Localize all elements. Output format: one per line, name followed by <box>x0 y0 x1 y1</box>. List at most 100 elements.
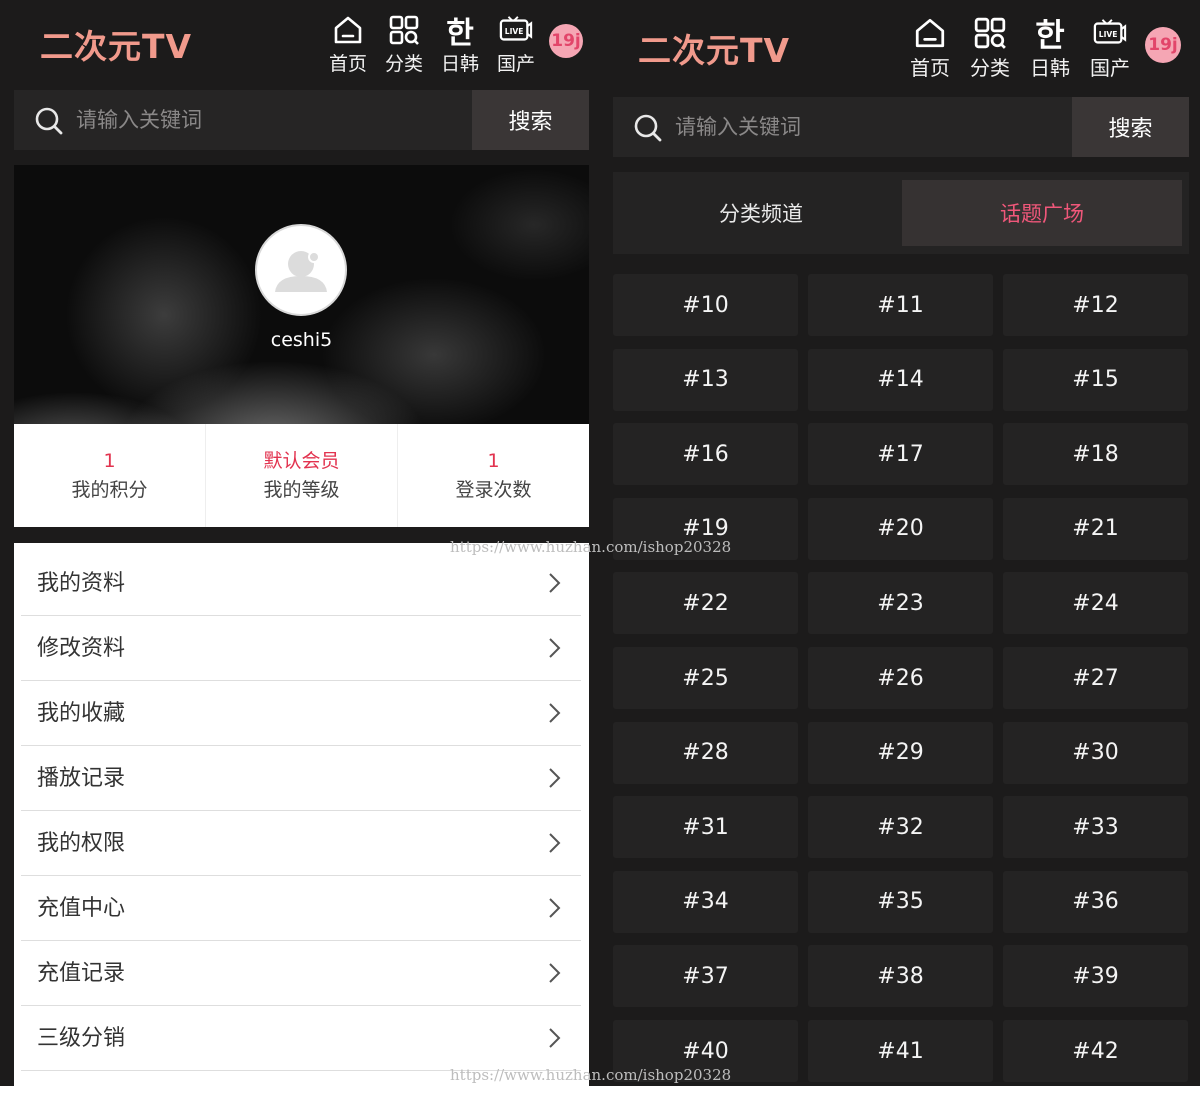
topic-tag[interactable]: #35 <box>808 870 993 933</box>
category-grid-icon <box>973 16 1007 50</box>
topic-tag[interactable]: #17 <box>808 423 993 486</box>
topic-tag[interactable]: #21 <box>1003 497 1188 560</box>
nav-jpkr[interactable]: 한 日韩 <box>432 13 488 76</box>
nav-home[interactable]: 首页 <box>320 13 376 76</box>
chevron-right-icon <box>543 1027 565 1049</box>
watermark-text: https://www.huzhan.com/ishop20328 <box>450 538 732 556</box>
nav-jpkr-label: 日韩 <box>1030 56 1070 80</box>
menu-item-edit-profile[interactable]: 修改资料 <box>21 616 581 681</box>
stat-value: 1 <box>487 449 500 472</box>
nav-jpkr[interactable]: 한 日韩 <box>1020 16 1080 81</box>
menu-item-distribution[interactable]: 三级分销 <box>21 1006 581 1071</box>
nav-category-label: 分类 <box>384 53 423 75</box>
menu-item-label: 我的收藏 <box>37 701 126 726</box>
topic-tag[interactable]: #31 <box>613 796 798 859</box>
chevron-right-icon <box>543 702 565 724</box>
nav-category[interactable]: 分类 <box>960 16 1020 81</box>
nav-domestic-label: 国产 <box>1090 56 1130 80</box>
topic-tag[interactable]: #15 <box>1003 348 1188 411</box>
chevron-right-icon <box>543 962 565 984</box>
topic-tag[interactable]: #39 <box>1003 945 1188 1008</box>
account-menu: 我的资料 修改资料 我的收藏 播放记录 我的权限 充值中心 充值记录 三级分销 <box>14 543 589 1086</box>
topic-tag[interactable]: #23 <box>808 572 993 635</box>
profile-banner: ceshi5 <box>14 165 589 424</box>
live-tv-icon: LIVE <box>499 13 533 47</box>
topic-tag[interactable]: #25 <box>613 647 798 709</box>
stat-level[interactable]: 默认会员 我的等级 <box>206 424 398 527</box>
topic-tag[interactable]: #29 <box>808 721 993 784</box>
header: 二次元TV 首页 分类 한 日韩 LIVE 国产 19j <box>600 0 1200 88</box>
home-icon <box>331 13 365 47</box>
stat-value: 默认会员 <box>263 449 340 472</box>
svg-text:LIVE: LIVE <box>505 27 524 36</box>
topic-tag[interactable]: #27 <box>1003 647 1188 709</box>
adult-19-badge-icon[interactable]: 19j <box>549 24 583 58</box>
nav-home-label: 首页 <box>910 56 950 80</box>
tab-category-channel[interactable]: 分类频道 <box>621 180 901 246</box>
search-bar: 搜索 <box>613 97 1189 157</box>
topic-tag[interactable]: #24 <box>1003 572 1188 635</box>
topic-tag[interactable]: #28 <box>613 721 798 784</box>
chevron-right-icon <box>543 897 565 919</box>
live-tv-icon: LIVE <box>1093 16 1127 50</box>
stat-points[interactable]: 1 我的积分 <box>14 424 206 527</box>
adult-19-badge-icon[interactable]: 19j <box>1145 27 1181 63</box>
topic-tag[interactable]: #37 <box>613 945 798 1008</box>
topic-tag[interactable]: #36 <box>1003 870 1188 933</box>
nav-category[interactable]: 分类 <box>376 13 432 76</box>
stat-label: 我的等级 <box>263 478 340 501</box>
site-logo[interactable]: 二次元TV <box>40 20 192 68</box>
menu-item-label: 播放记录 <box>37 766 126 791</box>
topic-tag[interactable]: #20 <box>808 497 993 560</box>
menu-item-favorites[interactable]: 我的收藏 <box>21 681 581 746</box>
topic-tag[interactable]: #34 <box>613 870 798 933</box>
topic-tag[interactable]: #18 <box>1003 423 1188 486</box>
stat-label: 我的积分 <box>71 478 148 501</box>
menu-item-label: 修改资料 <box>37 636 126 661</box>
watermark-text: https://www.huzhan.com/ishop20328 <box>450 1066 732 1084</box>
topic-tag[interactable]: #33 <box>1003 796 1188 859</box>
nav-category-label: 分类 <box>970 56 1010 80</box>
stat-value: 1 <box>103 449 116 472</box>
search-button[interactable]: 搜索 <box>472 90 589 150</box>
topic-tag[interactable]: #42 <box>1003 1020 1188 1082</box>
topic-tag[interactable]: #11 <box>808 274 993 336</box>
topic-tag[interactable]: #38 <box>808 945 993 1008</box>
nav-domestic[interactable]: LIVE 国产 <box>488 13 544 76</box>
menu-item-label: 我的资料 <box>37 571 126 596</box>
menu-item-history[interactable]: 播放记录 <box>21 746 581 811</box>
chevron-right-icon <box>543 637 565 659</box>
nav-jpkr-label: 日韩 <box>440 53 479 75</box>
topic-tag[interactable]: #41 <box>808 1020 993 1082</box>
topic-tag[interactable]: #14 <box>808 348 993 411</box>
korean-han-icon: 한 <box>1035 16 1065 54</box>
nav-home-label: 首页 <box>328 53 367 75</box>
topic-tag[interactable]: #22 <box>613 572 798 635</box>
search-button[interactable]: 搜索 <box>1072 97 1189 157</box>
chevron-right-icon <box>543 572 565 594</box>
menu-item-recharge-center[interactable]: 充值中心 <box>21 876 581 941</box>
topic-tag[interactable]: #16 <box>613 423 798 486</box>
menu-item-permissions[interactable]: 我的权限 <box>21 811 581 876</box>
topic-tag[interactable]: #12 <box>1003 274 1188 336</box>
nav-home[interactable]: 首页 <box>900 16 960 81</box>
site-logo[interactable]: 二次元TV <box>638 24 790 72</box>
tab-topic-square[interactable]: 话题广场 <box>902 180 1182 246</box>
nav-domestic[interactable]: LIVE 国产 <box>1080 16 1140 81</box>
top-nav: 首页 分类 한 日韩 LIVE 国产 <box>320 13 544 76</box>
search-input[interactable] <box>76 90 456 150</box>
profile-stats: 1 我的积分 默认会员 我的等级 1 登录次数 <box>14 424 589 527</box>
avatar[interactable] <box>255 224 347 316</box>
stat-label: 登录次数 <box>455 478 532 501</box>
search-input[interactable] <box>675 97 1055 157</box>
menu-item-recharge-records[interactable]: 充值记录 <box>21 941 581 1006</box>
topic-tag[interactable]: #13 <box>613 348 798 411</box>
topic-tag[interactable]: #26 <box>808 647 993 709</box>
menu-item-my-profile[interactable]: 我的资料 <box>21 551 581 616</box>
topic-tag[interactable]: #10 <box>613 274 798 336</box>
korean-han-icon: 한 <box>446 16 474 51</box>
topic-tag[interactable]: #32 <box>808 796 993 859</box>
stat-logins[interactable]: 1 登录次数 <box>398 424 589 527</box>
topic-tag[interactable]: #30 <box>1003 721 1188 784</box>
top-nav: 首页 分类 한 日韩 LIVE 国产 <box>900 16 1140 81</box>
